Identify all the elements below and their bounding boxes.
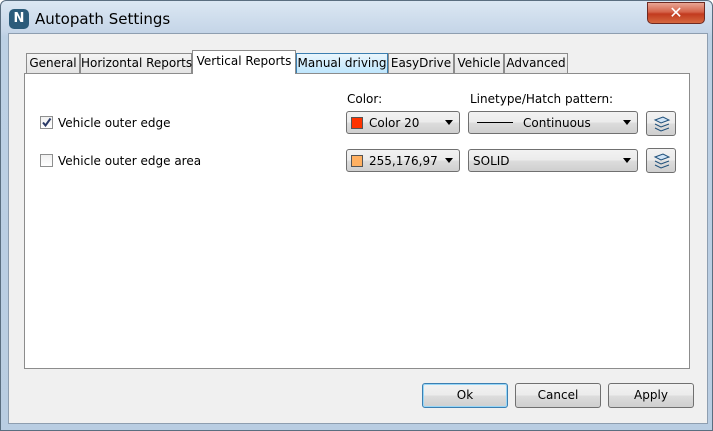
- dropdown-arrow-icon: [445, 158, 453, 163]
- app-logo-icon: N: [9, 9, 29, 29]
- vehicle-outer-edge-linetype-dropdown[interactable]: Continuous: [468, 111, 638, 134]
- tab-easydrive[interactable]: EasyDrive: [388, 53, 454, 73]
- vehicle-outer-edge-color-dropdown[interactable]: Color 20: [346, 111, 460, 134]
- color-value: Color 20: [369, 116, 420, 130]
- vehicle-outer-edge-label: Vehicle outer edge: [58, 116, 171, 130]
- vehicle-outer-edge-checkbox[interactable]: [40, 116, 53, 129]
- color-value: 255,176,97: [369, 154, 438, 168]
- vehicle-outer-edge-layer-button[interactable]: [646, 111, 676, 136]
- linetype-value: Continuous: [523, 116, 591, 130]
- line-sample-icon: [477, 122, 513, 123]
- tab-advanced[interactable]: Advanced: [504, 53, 568, 73]
- vehicle-outer-edge-area-checkbox[interactable]: [40, 154, 53, 167]
- tab-vertical-reports[interactable]: Vertical Reports: [192, 50, 296, 74]
- vehicle-outer-edge-area-label: Vehicle outer edge area: [58, 154, 202, 168]
- vertical-reports-panel: Color: Linetype/Hatch pattern: Vehicle o…: [24, 73, 690, 369]
- title-bar[interactable]: N Autopath Settings ✕: [1, 1, 712, 35]
- close-button[interactable]: ✕: [647, 2, 705, 24]
- dialog-client-area: General Horizontal Reports Vertical Repo…: [8, 33, 708, 424]
- window-title: Autopath Settings: [35, 10, 171, 28]
- vehicle-outer-edge-area-color-dropdown[interactable]: 255,176,97: [346, 149, 460, 172]
- tab-horizontal-reports[interactable]: Horizontal Reports: [80, 53, 192, 73]
- ok-button[interactable]: Ok: [422, 383, 508, 408]
- hatch-value: SOLID: [473, 154, 510, 168]
- vehicle-outer-edge-area-hatch-dropdown[interactable]: SOLID: [468, 149, 638, 172]
- dialog-window: N Autopath Settings ✕ General Horizontal…: [0, 0, 713, 431]
- dropdown-arrow-icon: [623, 158, 631, 163]
- layers-icon: [653, 153, 671, 169]
- tab-general[interactable]: General: [26, 53, 80, 73]
- close-icon: ✕: [669, 3, 683, 22]
- color-header: Color:: [347, 92, 383, 106]
- vehicle-outer-edge-area-layer-button[interactable]: [646, 148, 676, 173]
- apply-button[interactable]: Apply: [608, 383, 694, 408]
- layers-icon: [653, 116, 671, 132]
- linetype-header: Linetype/Hatch pattern:: [470, 92, 614, 106]
- checkmark-icon: [42, 117, 52, 128]
- tab-manual-driving[interactable]: Manual driving: [296, 53, 388, 73]
- dropdown-arrow-icon: [445, 120, 453, 125]
- cancel-button[interactable]: Cancel: [515, 383, 601, 408]
- color-swatch: [351, 155, 363, 167]
- dropdown-arrow-icon: [623, 120, 631, 125]
- tab-vehicle[interactable]: Vehicle: [454, 53, 504, 73]
- color-swatch: [351, 117, 363, 129]
